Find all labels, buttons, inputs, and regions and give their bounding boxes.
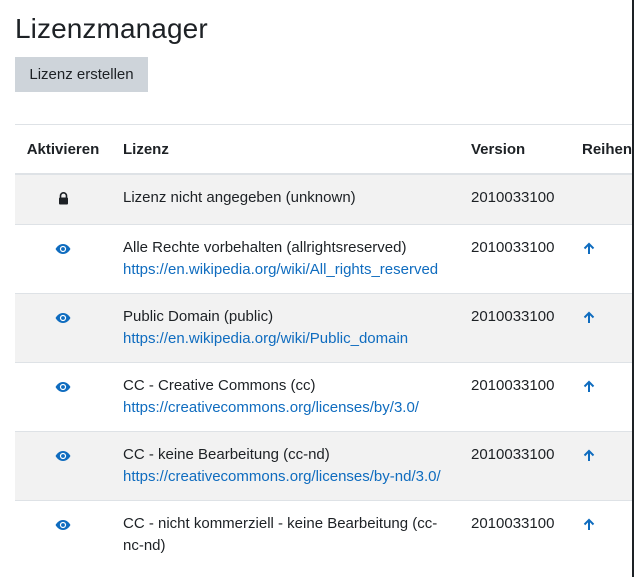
version-cell: 2010033100 [459,224,570,294]
license-cell: CC - Creative Commons (cc) https://creat… [111,362,459,432]
license-url-link[interactable]: https://en.wikipedia.org/wiki/Public_dom… [123,330,408,347]
lock-icon [58,190,69,212]
arrow-up-icon[interactable] [582,240,596,262]
license-cell: CC - keine Bearbeitung (cc-nd) https://c… [111,431,459,501]
license-cell: Public Domain (public) https://en.wikipe… [111,293,459,363]
order-cell [570,431,632,501]
version-cell: 2010033100 [459,293,570,363]
order-cell [570,362,632,432]
activate-cell [15,293,111,363]
viewport-edge [632,0,634,577]
license-url-link[interactable]: https://creativecommons.org/licenses/by-… [123,468,441,485]
arrow-up-icon[interactable] [582,447,596,469]
table-row: Public Domain (public) https://en.wikipe… [15,293,632,363]
license-name: CC - keine Bearbeitung (cc-nd) [123,446,330,463]
create-license-button[interactable]: Lizenz erstellen [15,57,148,92]
table-row: CC - keine Bearbeitung (cc-nd) https://c… [15,431,632,501]
version-cell: 2010033100 [459,431,570,501]
version-cell: 2010033100 [459,362,570,432]
activate-cell [15,173,111,225]
version-cell: 2010033100 [459,173,570,225]
header-order: Reihenfolge [570,124,632,175]
eye-icon[interactable] [55,447,71,469]
activate-cell [15,431,111,501]
license-name: Lizenz nicht angegeben (unknown) [123,189,356,206]
header-license: Lizenz [111,124,459,175]
license-url-link[interactable]: https://en.wikipedia.org/wiki/All_rights… [123,261,438,278]
order-cell [570,224,632,294]
license-cell: Lizenz nicht angegeben (unknown) [111,173,459,225]
license-name: Public Domain (public) [123,308,274,325]
arrow-up-icon[interactable] [582,378,596,400]
license-cell: Alle Rechte vorbehalten (allrightsreserv… [111,224,459,294]
table-row: CC - Creative Commons (cc) https://creat… [15,362,632,432]
arrow-up-icon[interactable] [582,309,596,331]
activate-cell [15,362,111,432]
table-row: Alle Rechte vorbehalten (allrightsreserv… [15,224,632,294]
order-cell [570,500,632,569]
eye-icon[interactable] [55,240,71,262]
license-cell: CC - nicht kommerziell - keine Bearbeitu… [111,500,459,569]
eye-icon[interactable] [55,516,71,538]
version-cell: 2010033100 [459,500,570,569]
eye-icon[interactable] [55,309,71,331]
table-header-row: Aktivieren Lizenz Version Reihenfolge [15,124,632,175]
license-table: Aktivieren Lizenz Version Reihenfolge Li… [15,124,632,569]
license-name: CC - Creative Commons (cc) [123,377,316,394]
header-version: Version [459,124,570,175]
order-cell [570,293,632,363]
table-row: Lizenz nicht angegeben (unknown) 2010033… [15,173,632,225]
license-name: Alle Rechte vorbehalten (allrightsreserv… [123,239,407,256]
license-table-container: Aktivieren Lizenz Version Reihenfolge Li… [15,124,632,577]
arrow-up-icon[interactable] [582,516,596,538]
activate-cell [15,224,111,294]
license-url-link[interactable]: https://creativecommons.org/licenses/by/… [123,399,419,416]
table-row: CC - nicht kommerziell - keine Bearbeitu… [15,500,632,569]
order-cell [570,173,632,225]
eye-icon[interactable] [55,378,71,400]
activate-cell [15,500,111,569]
header-activate: Aktivieren [15,124,111,175]
license-name: CC - nicht kommerziell - keine Bearbeitu… [123,515,438,554]
page-title: Lizenzmanager [15,13,208,44]
